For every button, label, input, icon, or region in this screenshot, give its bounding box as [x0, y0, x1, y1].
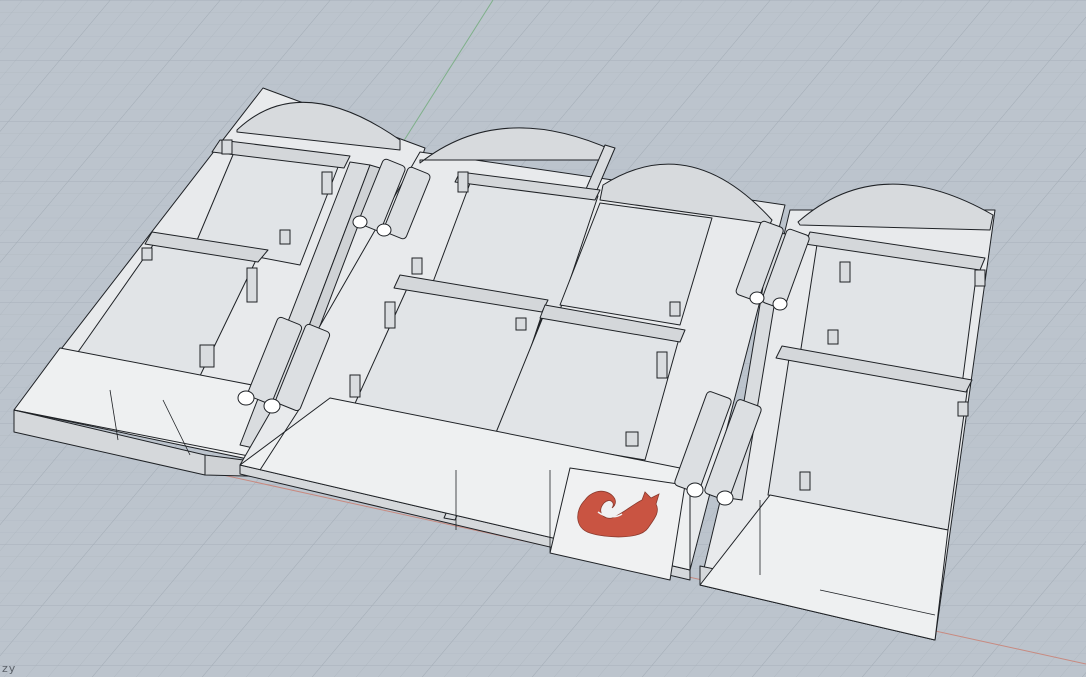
viewport-canvas[interactable] [0, 0, 1086, 677]
projection-label: zy [2, 662, 17, 675]
rhino-viewport[interactable]: zy [0, 0, 1086, 677]
